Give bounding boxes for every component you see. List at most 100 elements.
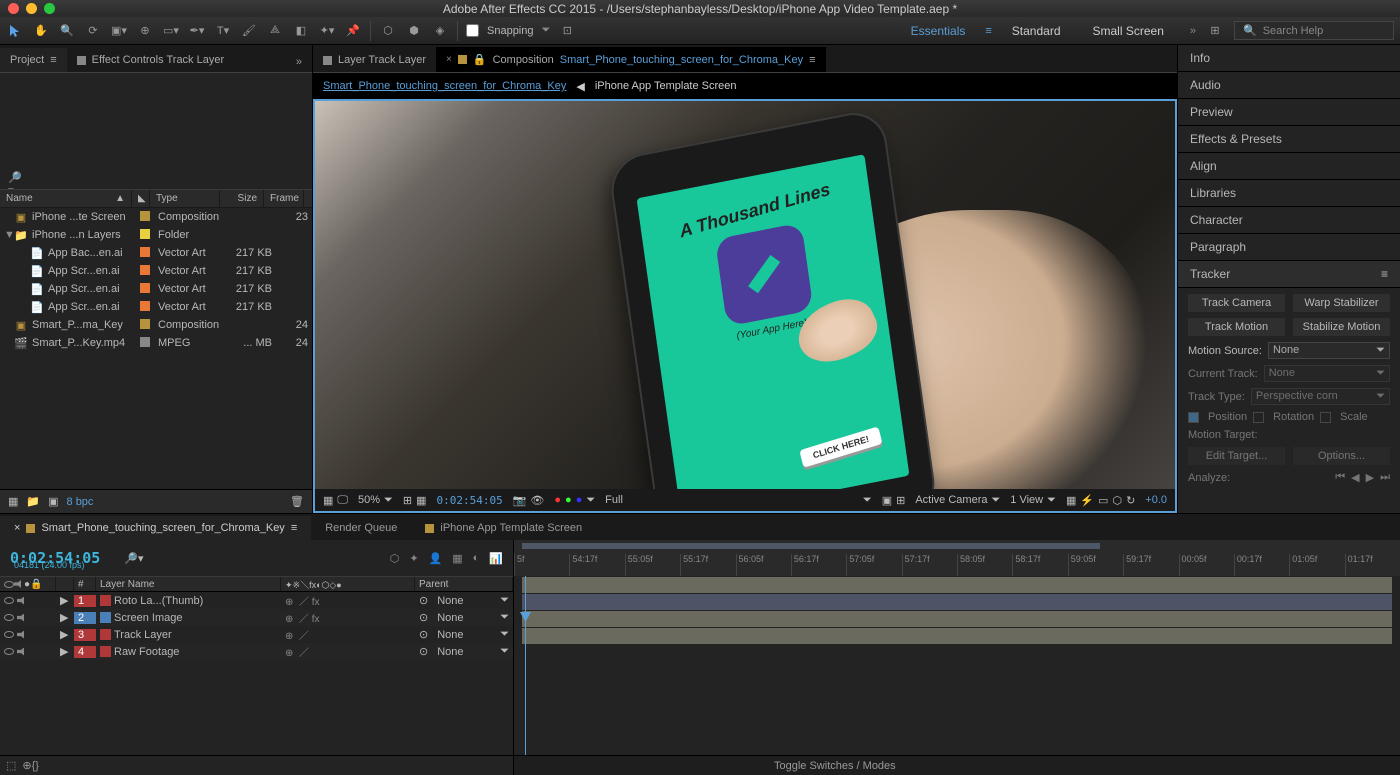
project-search-icon[interactable]: 🔎▾: [8, 171, 22, 185]
graph-editor-icon[interactable]: 📊: [489, 552, 503, 565]
panel-character[interactable]: Character: [1178, 207, 1400, 234]
reset-exp-icon[interactable]: ↻: [1126, 494, 1135, 507]
puppet-tool-icon[interactable]: 📌: [344, 22, 362, 40]
workspace-essentials[interactable]: Essentials: [895, 19, 982, 43]
interpret-icon[interactable]: ▦: [8, 495, 18, 508]
layer-row[interactable]: ▶3Track Layer⊕ ／ ⊙None⏷: [0, 626, 513, 643]
timeline-tab-2[interactable]: iPhone App Template Screen: [411, 516, 596, 540]
resolution-dropdown[interactable]: Full: [605, 494, 623, 506]
layer-row[interactable]: ▶2Screen Image⊕ ／ fx⊙None⏷: [0, 609, 513, 626]
zoom-window[interactable]: [44, 3, 55, 14]
work-area[interactable]: [522, 543, 1100, 549]
world-axis-icon[interactable]: ⬢: [405, 22, 423, 40]
type-tool-icon[interactable]: T▾: [214, 22, 232, 40]
panel-menu-icon[interactable]: ≡: [809, 54, 815, 66]
selection-tool-icon[interactable]: [6, 22, 24, 40]
current-time[interactable]: 0:02:54:05: [436, 494, 502, 507]
layer-row[interactable]: ▶1Roto La...(Thumb)⊕ ／ fx⊙None⏷: [0, 592, 513, 609]
always-preview-icon[interactable]: ▦: [323, 494, 333, 507]
draft3d-icon[interactable]: ✦: [409, 552, 418, 565]
motion-source-select[interactable]: None ⏷: [1268, 342, 1390, 359]
stabilize-motion-button[interactable]: Stabilize Motion: [1293, 318, 1390, 336]
col-size[interactable]: Size: [220, 190, 264, 207]
col-type[interactable]: Type: [150, 190, 220, 207]
channel-icon[interactable]: ●: [554, 494, 561, 506]
workspace-overflow-icon[interactable]: »: [1190, 25, 1196, 37]
toggle-1-icon[interactable]: ⬚: [0, 759, 22, 772]
lock-icon[interactable]: 🔒: [473, 53, 487, 66]
toggle-2-icon[interactable]: ⊕: [22, 759, 31, 772]
sync-icon[interactable]: ⊞: [1206, 22, 1224, 40]
project-item[interactable]: 📄App Scr...en.aiVector Art217 KB: [0, 298, 312, 316]
flowchart-icon[interactable]: ⬡: [1112, 494, 1122, 507]
col-label[interactable]: ◣: [132, 190, 150, 207]
eraser-tool-icon[interactable]: ◧: [292, 22, 310, 40]
frame-blend-icon[interactable]: ▦: [452, 552, 462, 565]
draft-3d-icon[interactable]: 🖵: [337, 494, 348, 507]
panel-menu-icon[interactable]: ≡: [50, 54, 56, 66]
exposure-value[interactable]: +0.0: [1145, 494, 1167, 506]
breadcrumb-1[interactable]: Smart_Phone_touching_screen_for_Chroma_K…: [317, 80, 572, 92]
pixel-aspect-icon[interactable]: ▦: [1066, 494, 1076, 507]
panel-info[interactable]: Info: [1178, 45, 1400, 72]
toggle-switches-modes[interactable]: Toggle Switches / Modes: [774, 760, 896, 772]
shy-icon[interactable]: 👤: [429, 552, 443, 565]
panel-audio[interactable]: Audio: [1178, 72, 1400, 99]
project-item[interactable]: 🎬Smart_P...Key.mp4MPEG... MB24: [0, 334, 312, 352]
rotation-tool-icon[interactable]: ⟳: [84, 22, 102, 40]
minimize-window[interactable]: [26, 3, 37, 14]
trash-icon[interactable]: 🗑: [290, 495, 304, 508]
shape-tool-icon[interactable]: ▭▾: [162, 22, 180, 40]
snapping-chevron-icon[interactable]: ⏷: [542, 24, 551, 37]
warp-stabilizer-button[interactable]: Warp Stabilizer: [1293, 294, 1390, 312]
timeline-icon[interactable]: ▭: [1098, 494, 1108, 507]
layer-row[interactable]: ▶4Raw Footage⊕ ／ ⊙None⏷: [0, 643, 513, 660]
pan-behind-tool-icon[interactable]: ⊕: [136, 22, 154, 40]
snap-opt-icon[interactable]: ⊡: [558, 22, 576, 40]
col-name[interactable]: Name▲: [0, 190, 132, 207]
tab-composition[interactable]: × 🔒 Composition Smart_Phone_touching_scr…: [436, 47, 825, 72]
workspace-small[interactable]: Small Screen: [1077, 19, 1180, 43]
panel-libraries[interactable]: Libraries: [1178, 180, 1400, 207]
panel-tracker[interactable]: Tracker≡: [1178, 261, 1400, 288]
new-comp-icon[interactable]: ▣: [48, 495, 58, 508]
panel-effects---presets[interactable]: Effects & Presets: [1178, 126, 1400, 153]
local-axis-icon[interactable]: ⬡: [379, 22, 397, 40]
views-dropdown[interactable]: 1 View ⏷: [1010, 494, 1056, 507]
motion-blur-icon[interactable]: ◐: [473, 552, 480, 565]
hand-tool-icon[interactable]: ✋: [32, 22, 50, 40]
folder-icon[interactable]: 📁: [26, 495, 40, 508]
snapshot-icon[interactable]: 📷: [513, 494, 527, 507]
panel-preview[interactable]: Preview: [1178, 99, 1400, 126]
comp-mini-icon[interactable]: ⬡: [390, 552, 400, 565]
timeline-tab-1[interactable]: ×Smart_Phone_touching_screen_for_Chroma_…: [0, 516, 311, 540]
close-tab-icon[interactable]: ×: [446, 54, 452, 65]
project-item[interactable]: 📄App Bac...en.aiVector Art217 KB: [0, 244, 312, 262]
breadcrumb-2[interactable]: iPhone App Template Screen: [589, 80, 743, 92]
roi-icon[interactable]: ▣: [882, 494, 892, 507]
close-window[interactable]: [8, 3, 19, 14]
search-help-input[interactable]: 🔍 Search Help: [1234, 21, 1394, 40]
tab-effect-controls[interactable]: Effect Controls Track Layer: [67, 48, 234, 72]
track-camera-button[interactable]: Track Camera: [1188, 294, 1285, 312]
timeline-tab-render[interactable]: Render Queue: [311, 516, 411, 540]
clone-tool-icon[interactable]: ⟁: [266, 22, 284, 40]
show-snap-icon[interactable]: 👁: [530, 494, 544, 507]
project-item[interactable]: ▣Smart_P...ma_KeyComposition24: [0, 316, 312, 334]
time-ruler[interactable]: 5f54:17f55:05f55:17f56:05f56:17f57:05f57…: [514, 540, 1400, 576]
tab-project[interactable]: Project≡: [0, 48, 67, 72]
close-icon[interactable]: ×: [14, 522, 20, 534]
view-axis-icon[interactable]: ◈: [431, 22, 449, 40]
grid-icon[interactable]: ⊞: [896, 494, 905, 507]
tab-layer-track[interactable]: Layer Track Layer: [313, 48, 436, 72]
project-item[interactable]: ▣iPhone ...te ScreenComposition23: [0, 208, 312, 226]
panel-menu-icon[interactable]: ≡: [1381, 267, 1388, 281]
fast-preview-icon[interactable]: ⚡: [1080, 494, 1094, 507]
zoom-dropdown[interactable]: 50% ⏷: [358, 494, 393, 507]
track-motion-button[interactable]: Track Motion: [1188, 318, 1285, 336]
res-auto-icon[interactable]: ⊞: [403, 494, 412, 507]
transparency-icon[interactable]: ▦: [416, 494, 426, 507]
col-parent[interactable]: Parent: [415, 577, 513, 591]
composition-viewer[interactable]: A Thousand Lines (Your App Here) CLICK H…: [313, 99, 1177, 489]
camera-tool-icon[interactable]: ▣▾: [110, 22, 128, 40]
